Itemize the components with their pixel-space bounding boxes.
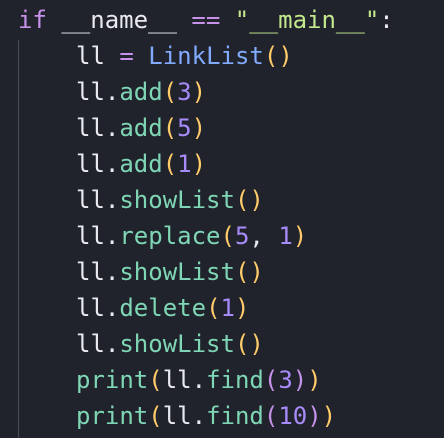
paren-open: (: [148, 366, 163, 394]
paren-open: (: [162, 114, 178, 142]
operator-assign: =: [119, 42, 134, 70]
method-replace: replace: [119, 222, 221, 250]
number-arg: 1: [220, 294, 235, 322]
operator-eq: ==: [191, 6, 221, 34]
dunder-name: __name__: [61, 6, 177, 34]
paren-close: ): [234, 294, 250, 322]
paren-open: (: [263, 42, 279, 70]
variable-ll: ll: [76, 114, 105, 142]
paren-open: (: [206, 294, 221, 322]
code-line-6[interactable]: ll.showList(): [76, 182, 264, 218]
paren-close: ): [278, 42, 293, 70]
number-arg: 10: [278, 402, 308, 430]
variable-ll: ll: [76, 258, 105, 286]
variable-ll: ll: [76, 186, 105, 214]
code-line-10[interactable]: ll.showList(): [76, 326, 264, 362]
number-arg: 3: [278, 366, 293, 394]
variable-ll: ll: [162, 366, 192, 394]
string-quote-close: ": [364, 6, 380, 34]
code-line-11[interactable]: print(ll.find(3)): [76, 362, 322, 398]
code-line-4[interactable]: ll.add(5): [76, 110, 206, 146]
paren-open: (: [162, 78, 178, 106]
variable-ll: ll: [76, 78, 105, 106]
method-add: add: [119, 150, 163, 178]
paren-close-inner: ): [307, 402, 322, 430]
paren-open: (: [220, 222, 235, 250]
variable-ll: ll: [76, 330, 105, 358]
number-arg: 1: [177, 150, 192, 178]
paren-close: ): [321, 402, 337, 430]
code-line-5[interactable]: ll.add(1): [76, 146, 206, 182]
paren-open: (: [234, 186, 250, 214]
comma: ,: [249, 222, 264, 250]
paren-close-inner: ): [292, 366, 308, 394]
variable-ll: ll: [76, 42, 105, 70]
dot: .: [191, 366, 207, 394]
class-linklist: LinkList: [148, 42, 264, 70]
code-line-3[interactable]: ll.add(3): [76, 74, 206, 110]
dot: .: [104, 186, 120, 214]
indent-guide: [18, 40, 19, 438]
dot: .: [104, 78, 120, 106]
dot: .: [104, 330, 120, 358]
paren-open: (: [234, 258, 250, 286]
method-add: add: [119, 114, 163, 142]
paren-open-inner: (: [263, 402, 279, 430]
number-arg: 3: [177, 78, 192, 106]
function-print: print: [76, 402, 149, 430]
paren-close: ): [307, 366, 322, 394]
variable-ll: ll: [162, 402, 192, 430]
method-delete: delete: [119, 294, 207, 322]
paren-close: ): [191, 78, 207, 106]
paren-close: ): [249, 258, 264, 286]
dot: .: [104, 294, 120, 322]
method-showlist: showList: [119, 258, 235, 286]
number-arg2: 1: [278, 222, 293, 250]
paren-close: ): [249, 186, 264, 214]
function-print: print: [76, 366, 149, 394]
number-arg: 5: [177, 114, 192, 142]
variable-ll: ll: [76, 150, 105, 178]
code-line-2[interactable]: ll = LinkList(): [76, 38, 293, 74]
variable-ll: ll: [76, 294, 105, 322]
code-line-1[interactable]: if __name__ == "__main__":: [18, 2, 394, 38]
code-line-8[interactable]: ll.showList(): [76, 254, 264, 290]
dot: .: [104, 222, 120, 250]
code-editor[interactable]: if __name__ == "__main__": ll = LinkList…: [0, 0, 444, 438]
string-quote-open: ": [234, 6, 250, 34]
colon: :: [379, 6, 394, 34]
method-find: find: [206, 402, 264, 430]
paren-close: ): [292, 222, 308, 250]
dot: .: [104, 258, 120, 286]
dot: .: [104, 150, 120, 178]
code-line-7[interactable]: ll.replace(5, 1): [76, 218, 307, 254]
paren-open: (: [234, 330, 250, 358]
paren-open: (: [148, 402, 163, 430]
number-arg1: 5: [234, 222, 250, 250]
method-showlist: showList: [119, 330, 235, 358]
paren-close: ): [191, 150, 207, 178]
paren-close: ): [249, 330, 264, 358]
method-showlist: showList: [119, 186, 235, 214]
method-find: find: [206, 366, 264, 394]
dot: .: [191, 402, 207, 430]
string-main: __main__: [249, 6, 365, 34]
code-line-12[interactable]: print(ll.find(10)): [76, 398, 336, 434]
paren-open: (: [162, 150, 178, 178]
keyword-if: if: [18, 6, 47, 34]
variable-ll: ll: [76, 222, 105, 250]
method-add: add: [119, 78, 163, 106]
paren-close: ): [191, 114, 207, 142]
code-line-9[interactable]: ll.delete(1): [76, 290, 249, 326]
paren-open-inner: (: [263, 366, 279, 394]
dot: .: [104, 114, 120, 142]
